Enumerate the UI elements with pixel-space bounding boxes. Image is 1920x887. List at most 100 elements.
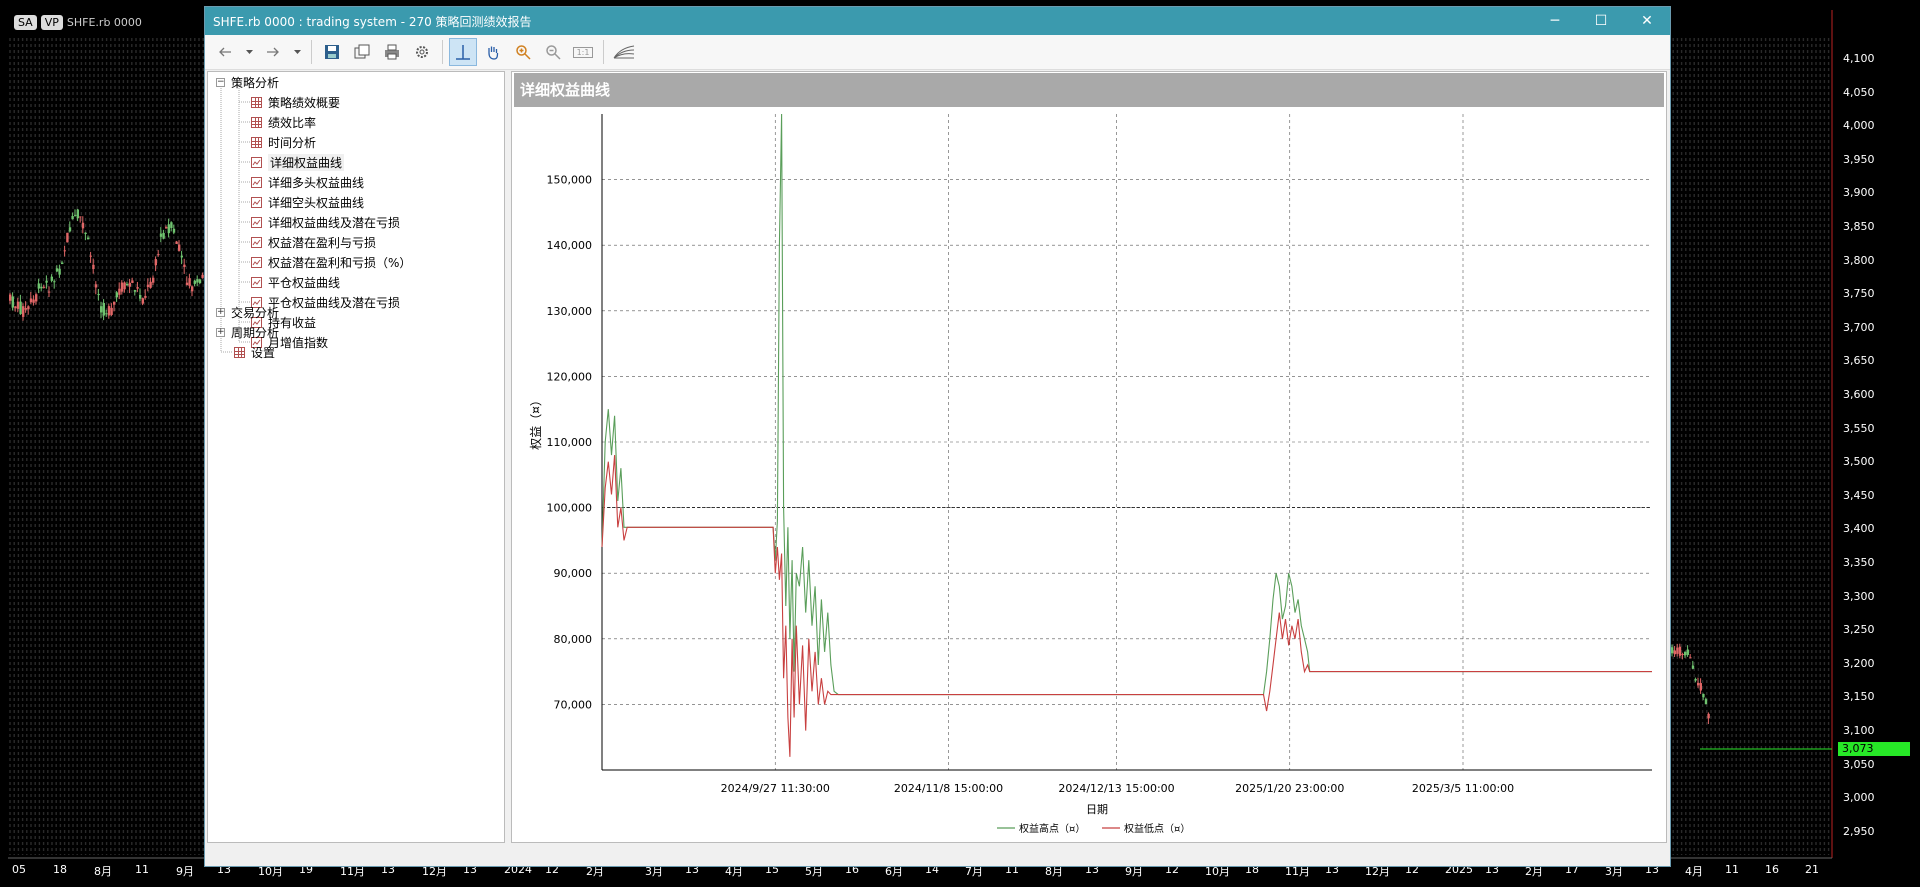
- candle-body: [157, 254, 160, 256]
- tree-node-strategy-analysis[interactable]: − 策略分析: [216, 73, 279, 91]
- candle-body: [1684, 651, 1687, 656]
- pan-hand-icon[interactable]: [479, 38, 507, 66]
- print-icon[interactable]: [378, 38, 406, 66]
- candle-body: [9, 294, 12, 301]
- back-arrow-icon[interactable]: [211, 38, 239, 66]
- candle-body: [1699, 683, 1702, 691]
- tree-item[interactable]: 绩效比率: [251, 113, 316, 131]
- sa-tag[interactable]: SA: [14, 14, 37, 30]
- y-tick-label: 70,000: [554, 698, 593, 711]
- report-window: SHFE.rb 0000 : trading system - 270 策略回测…: [204, 6, 1671, 867]
- candle-body: [165, 227, 168, 229]
- candle-body: [1707, 713, 1710, 719]
- y-tick-label: 90,000: [554, 567, 593, 580]
- candle-body: [115, 292, 118, 298]
- window-title: SHFE.rb 0000 : trading system - 270 策略回测…: [213, 14, 532, 29]
- crosshair-icon[interactable]: [449, 38, 477, 66]
- table-icon: [234, 346, 245, 358]
- tree-node-label: 交易分析: [231, 305, 280, 320]
- toolbar: 1:1: [205, 35, 1670, 70]
- collapse-toggle-icon[interactable]: −: [216, 77, 225, 87]
- candle-body: [76, 209, 79, 219]
- price-axis-label: 3,350: [1843, 556, 1875, 569]
- fan-chart-icon[interactable]: [610, 38, 638, 66]
- price-axis-label: 3,450: [1843, 488, 1875, 502]
- tree-node-settings[interactable]: 设置: [234, 343, 275, 361]
- chart-icon: [251, 176, 262, 188]
- time-axis-label: 4月: [1685, 865, 1703, 878]
- chart-icon: [251, 256, 262, 268]
- candle-body: [178, 244, 181, 251]
- candle-body: [144, 295, 147, 298]
- chart-icon: [251, 196, 262, 208]
- title-bar[interactable]: SHFE.rb 0000 : trading system - 270 策略回测…: [205, 7, 1670, 35]
- zoom-out-icon[interactable]: [539, 38, 567, 66]
- time-axis-label: 16: [1765, 863, 1779, 876]
- forward-arrow-icon[interactable]: [259, 38, 287, 66]
- tree-item-label: 权益潜在盈利与亏损: [268, 235, 377, 250]
- forward-dropdown-icon[interactable]: [289, 38, 305, 66]
- candle-body: [105, 313, 108, 315]
- toolbar-separator: [442, 40, 443, 64]
- candle-body: [35, 294, 38, 302]
- candle-body: [32, 299, 35, 303]
- price-axis-label: 3,750: [1843, 287, 1875, 301]
- report-nav-tree: − 策略分析 策略绩效概要 绩效比率时间分析详细权益曲线详细多头权益曲线 详细空头权…: [207, 71, 505, 843]
- candle-body: [79, 216, 82, 218]
- tree-item-label: 详细空头权益曲线: [268, 195, 365, 210]
- candle-body: [133, 290, 137, 292]
- candle-body: [1691, 665, 1695, 669]
- tree-item[interactable]: 详细多头权益曲线: [251, 173, 364, 191]
- expand-toggle-icon[interactable]: +: [216, 307, 225, 317]
- settings-gear-icon[interactable]: [408, 38, 436, 66]
- candle-body: [63, 250, 66, 252]
- x-tick-label: 2025/3/5 11:00:00: [1412, 782, 1514, 795]
- candle-body: [1681, 653, 1684, 655]
- candle-body: [19, 301, 22, 315]
- candle-body: [131, 280, 134, 283]
- x-tick-label: 2024/12/13 15:00:00: [1058, 782, 1174, 795]
- legend-label: 权益高点（¤）: [1019, 822, 1085, 835]
- save-icon[interactable]: [318, 38, 346, 66]
- toolbar-separator: [311, 40, 312, 64]
- tree-item[interactable]: 平仓权益曲线: [251, 273, 340, 291]
- zoom-in-icon[interactable]: [509, 38, 537, 66]
- tree-node-trade-analysis[interactable]: + 交易分析: [216, 303, 279, 321]
- candle-body: [123, 282, 126, 290]
- candle-body: [24, 308, 27, 310]
- y-tick-label: 110,000: [547, 436, 593, 449]
- candle-body: [87, 237, 90, 240]
- vp-tag[interactable]: VP: [40, 14, 63, 30]
- candle-body: [1686, 649, 1689, 655]
- table-icon: [251, 96, 262, 108]
- tree-item[interactable]: 策略绩效概要: [251, 93, 340, 111]
- legend-label: 权益低点（¤）: [1124, 822, 1190, 835]
- actual-size-icon[interactable]: 1:1: [569, 38, 597, 66]
- tree-item[interactable]: 详细权益曲线: [251, 153, 345, 171]
- time-axis-label: 8月: [94, 865, 112, 878]
- tree-node-label: 周期分析: [231, 325, 280, 340]
- tree-item[interactable]: 时间分析: [251, 133, 316, 151]
- tree-item[interactable]: 权益潜在盈利和亏损（%）: [251, 253, 411, 271]
- expand-toggle-icon[interactable]: +: [216, 327, 225, 337]
- candle-body: [1673, 650, 1676, 655]
- candle-body: [81, 222, 85, 229]
- price-axis-label: 3,900: [1843, 186, 1875, 200]
- candle-body: [27, 306, 30, 310]
- tree-node-period-analysis[interactable]: + 周期分析: [216, 323, 279, 341]
- candle-body: [188, 278, 191, 286]
- copy-icon[interactable]: [348, 38, 376, 66]
- close-button[interactable]: ✕: [1624, 7, 1670, 35]
- price-axis-label: 3,300: [1843, 589, 1875, 603]
- candle-body: [45, 280, 48, 283]
- equity-curve-chart[interactable]: 70,000 80,000 90,000 100,000 110,000 120,000 1…: [512, 72, 1666, 842]
- minimize-button[interactable]: ─: [1532, 7, 1578, 35]
- maximize-button[interactable]: ☐: [1578, 7, 1624, 35]
- tree-item-label: 详细多头权益曲线: [268, 175, 365, 190]
- price-axis-label: 3,600: [1843, 388, 1875, 401]
- candle-body: [180, 255, 183, 258]
- tree-item[interactable]: 详细权益曲线及潜在亏损: [251, 213, 400, 231]
- back-dropdown-icon[interactable]: [241, 38, 257, 66]
- tree-item[interactable]: 权益潜在盈利与亏损: [251, 233, 376, 251]
- tree-item[interactable]: 详细空头权益曲线: [251, 193, 364, 211]
